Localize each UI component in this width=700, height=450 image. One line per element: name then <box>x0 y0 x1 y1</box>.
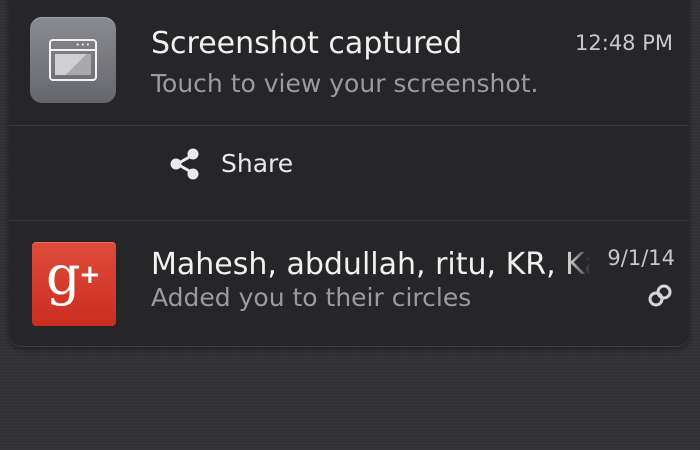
divider <box>9 220 689 221</box>
google-plus-icon: g + <box>32 242 116 326</box>
notification-time: 12:48 PM <box>575 31 673 55</box>
window-glyph: ••• <box>49 39 97 81</box>
share-button[interactable]: Share <box>159 138 339 190</box>
screenshot-app-icon: ••• <box>30 17 116 103</box>
notification-text: Added you to their circles <box>151 283 472 312</box>
notification-panel: ••• Screenshot captured Touch to view yo… <box>9 0 689 346</box>
link-icon <box>648 284 672 307</box>
share-icon <box>170 148 199 180</box>
notification-time: 9/1/14 <box>607 246 675 270</box>
notification-title: Mahesh, abdullah, ritu, KR, Ka <box>151 247 591 282</box>
notification-title: Screenshot captured <box>151 26 463 61</box>
divider <box>9 125 689 126</box>
notification-text: Touch to view your screenshot. <box>151 69 539 98</box>
share-label: Share <box>221 149 294 178</box>
